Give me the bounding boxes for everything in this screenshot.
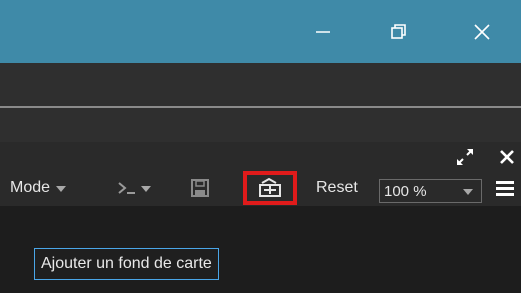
mode-dropdown[interactable]: Mode — [10, 170, 67, 206]
zoom-value: 100 % — [384, 182, 427, 200]
window-titlebar — [0, 0, 521, 63]
chevron-down-icon — [141, 186, 151, 192]
expand-icon — [457, 149, 473, 165]
reset-label: Reset — [316, 179, 358, 196]
window-close-button[interactable] — [452, 0, 512, 63]
panel-header — [0, 142, 521, 170]
menu-bar — [0, 63, 521, 106]
tooltip: Ajouter un fond de carte — [34, 248, 219, 280]
mode-label: Mode — [10, 179, 51, 196]
reset-button[interactable]: Reset — [316, 170, 358, 206]
console-icon — [118, 182, 135, 194]
close-icon — [474, 23, 490, 40]
panel-close-button[interactable] — [497, 147, 517, 167]
close-icon — [500, 150, 514, 164]
restore-icon — [391, 23, 406, 39]
restore-button[interactable] — [369, 0, 429, 63]
chevron-down-icon — [463, 189, 473, 195]
save-button[interactable] — [190, 170, 210, 206]
highlight-box — [243, 171, 297, 205]
secondary-bar — [0, 108, 521, 142]
console-dropdown[interactable] — [117, 170, 151, 206]
minimize-icon — [316, 30, 330, 33]
minimize-button[interactable] — [293, 0, 353, 63]
zoom-select[interactable]: 100 % — [379, 179, 482, 203]
chevron-down-icon — [56, 186, 67, 192]
hamburger-icon — [496, 181, 514, 196]
expand-button[interactable] — [454, 146, 476, 168]
tooltip-text: Ajouter un fond de carte — [41, 255, 212, 272]
menu-button[interactable] — [494, 170, 516, 206]
save-icon — [191, 179, 209, 197]
